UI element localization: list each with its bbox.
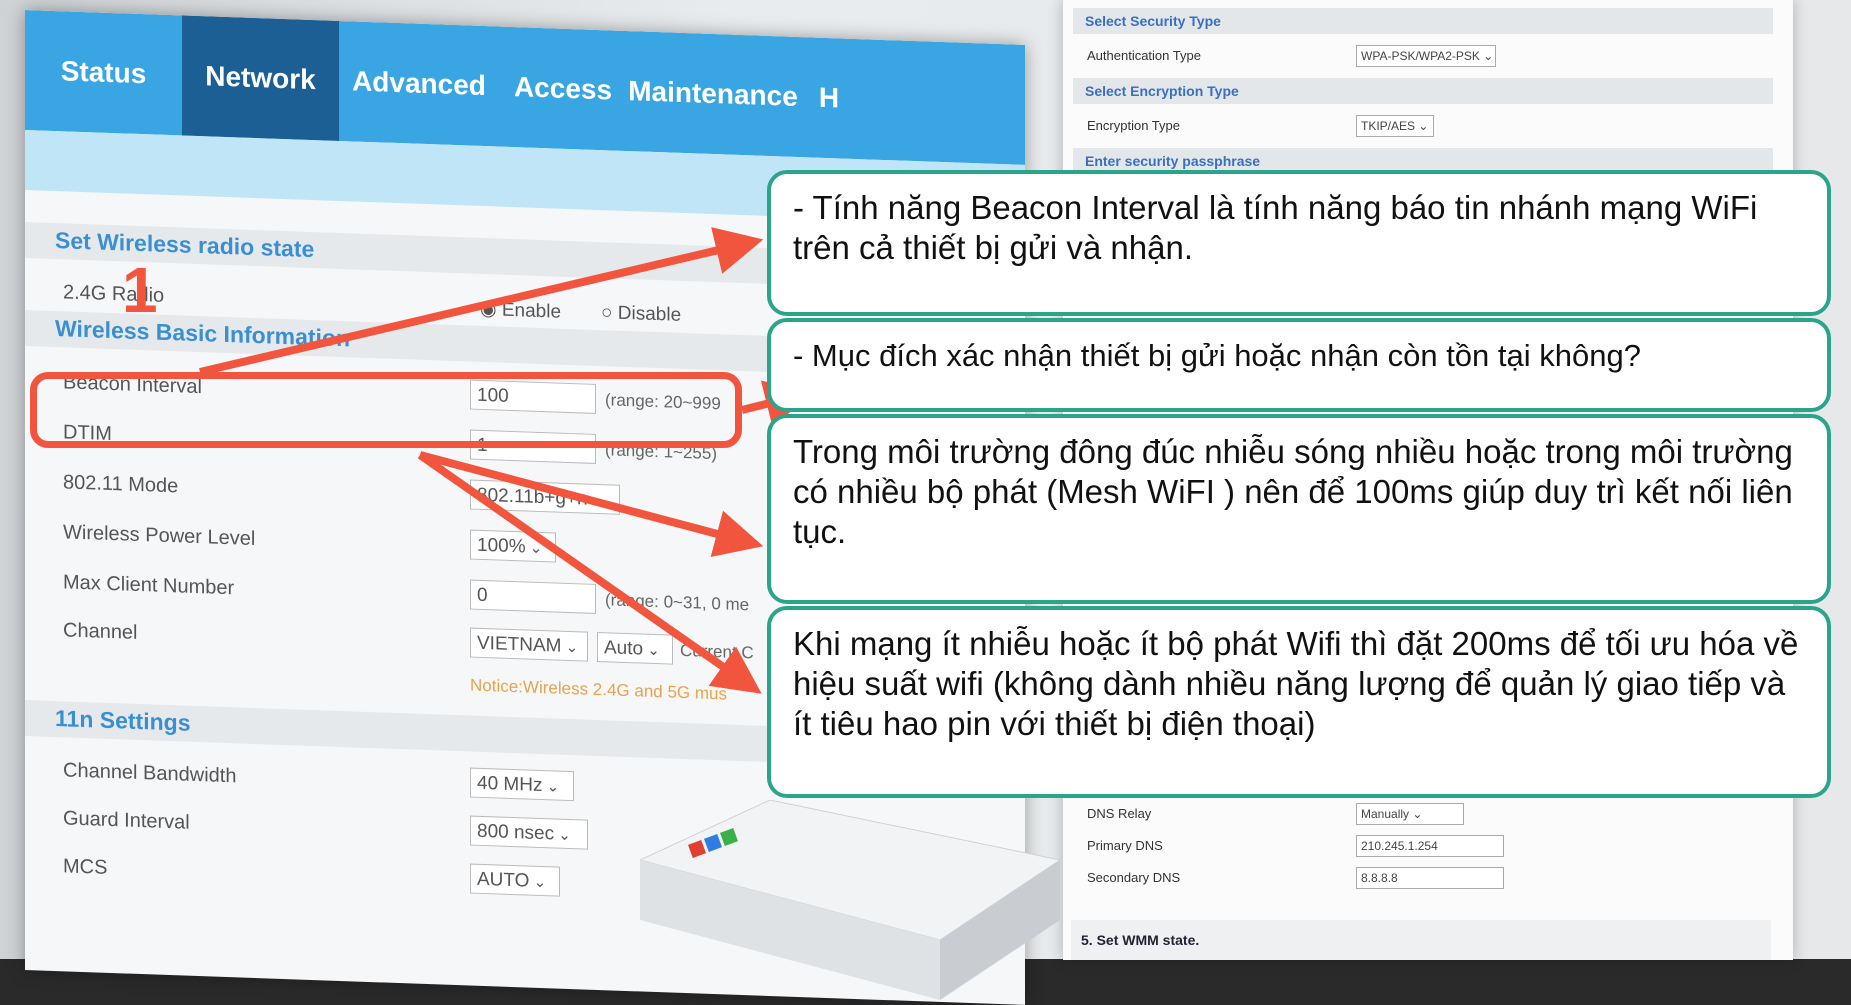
auth-type-select[interactable]: WPA-PSK/WPA2-PSK (1356, 45, 1496, 67)
radio-enable[interactable]: ◉ Enable (480, 298, 561, 324)
screenshot-stage: Select Security Type Authentication Type… (0, 0, 1851, 1005)
radio-enable-label: Enable (501, 299, 562, 323)
max-client-label: Max Client Number (63, 571, 235, 600)
dns-relay-select[interactable]: Manually (1356, 803, 1464, 825)
region-select[interactable]: VIETNAM (470, 627, 588, 662)
tab-advanced[interactable]: Advanced (339, 21, 499, 147)
wireless-notice: Notice:Wireless 2.4G and 5G mus (470, 675, 727, 704)
tab-access[interactable]: Access (499, 27, 627, 151)
beacon-interval-highlight (30, 372, 742, 448)
mode-select[interactable]: 802.11b+g+n (470, 479, 620, 515)
mcs-select[interactable]: AUTO (470, 863, 560, 897)
bandwidth-select[interactable]: 40 MHz (470, 767, 574, 802)
auth-type-label: Authentication Type (1087, 48, 1201, 63)
primary-dns-label: Primary DNS (1087, 838, 1163, 853)
wmm-section: 5. Set WMM state. (1071, 920, 1771, 960)
tab-network[interactable]: Network (182, 15, 339, 141)
guard-interval-label: Guard Interval (63, 807, 190, 834)
radio-selected-icon: ◉ (480, 298, 497, 321)
encryption-type-label: Encryption Type (1087, 118, 1180, 133)
secondary-dns-input[interactable]: 8.8.8.8 (1356, 867, 1504, 889)
max-client-input[interactable]: 0 (470, 579, 596, 614)
power-level-label: Wireless Power Level (63, 521, 256, 551)
encryption-type-heading: Select Encryption Type (1073, 78, 1773, 104)
callout-200ms-advice: Khi mạng ít nhiễu hoặc ít bộ phát Wifi t… (767, 606, 1831, 798)
callout-beacon-definition: - Tính năng Beacon Interval là tính năng… (767, 170, 1831, 316)
current-channel-hint: Current C (680, 640, 754, 663)
guard-interval-select[interactable]: 800 nsec (470, 815, 588, 850)
radio-disable[interactable]: ○ Disable (601, 302, 681, 327)
power-level-select[interactable]: 100% (470, 529, 556, 563)
callout-100ms-advice: Trong môi trường đông đúc nhiễu sóng nhi… (767, 414, 1831, 604)
primary-dns-input[interactable]: 210.245.1.254 (1356, 835, 1504, 857)
radio-disable-label: Disable (617, 302, 682, 326)
router-device-image (640, 800, 1060, 1000)
mcs-label: MCS (63, 855, 108, 879)
n-settings-heading: 11n Settings (55, 705, 191, 736)
channel-label: Channel (63, 619, 138, 644)
encryption-type-select[interactable]: TKIP/AES (1356, 115, 1434, 137)
channel-select[interactable]: Auto (597, 631, 673, 665)
secondary-dns-label: Secondary DNS (1087, 870, 1181, 885)
tab-status[interactable]: Status (25, 10, 182, 135)
tab-maintenance[interactable]: Maintenance (627, 31, 799, 157)
callout-purpose: - Mục đích xác nhận thiết bị gửi hoặc nh… (767, 318, 1831, 412)
annotation-number: 1 (122, 254, 158, 326)
mode-label: 802.11 Mode (63, 471, 179, 498)
security-type-heading: Select Security Type (1073, 8, 1773, 34)
radio-unselected-icon: ○ (601, 302, 613, 324)
max-client-hint: (range: 0~31, 0 me (605, 590, 750, 615)
tab-help[interactable]: H (799, 37, 859, 159)
bandwidth-label: Channel Bandwidth (63, 759, 237, 788)
dns-relay-label: DNS Relay (1087, 806, 1152, 821)
wmm-heading: 5. Set WMM state. (1081, 932, 1200, 948)
